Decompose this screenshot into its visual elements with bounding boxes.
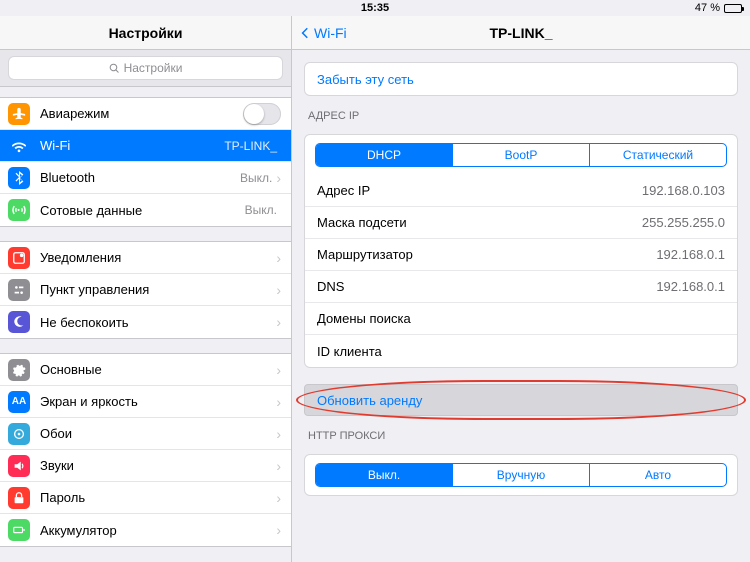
sidebar-item-label: Звуки bbox=[40, 458, 276, 473]
forget-network-label: Забыть эту сеть bbox=[317, 72, 414, 87]
sidebar-item-label: Wi-Fi bbox=[40, 138, 224, 153]
sidebar-item-value: TP-LINK_ bbox=[224, 139, 277, 153]
proxy-mode-segmented[interactable]: Выкл. Вручную Авто bbox=[315, 463, 727, 487]
notifications-icon bbox=[8, 247, 30, 269]
lock-icon bbox=[8, 487, 30, 509]
chevron-right-icon: › bbox=[276, 427, 281, 441]
sidebar-item-control-center[interactable]: Пункт управления › bbox=[0, 274, 291, 306]
search-placeholder: Настройки bbox=[124, 61, 183, 75]
status-time: 15:35 bbox=[361, 2, 389, 14]
seg-proxy-manual[interactable]: Вручную bbox=[453, 464, 590, 486]
battery-settings-icon bbox=[8, 519, 30, 541]
wifi-detail-pane: Wi-Fi TP-LINK_ Забыть эту сеть АДРЕС IP … bbox=[292, 16, 750, 562]
sidebar-item-bluetooth[interactable]: Bluetooth Выкл. › bbox=[0, 162, 291, 194]
chevron-right-icon: › bbox=[276, 283, 281, 297]
sound-icon bbox=[8, 455, 30, 477]
sidebar-item-notifications[interactable]: Уведомления › bbox=[0, 242, 291, 274]
sidebar-item-label: Уведомления bbox=[40, 250, 276, 265]
airplane-icon bbox=[8, 103, 30, 125]
control-center-icon bbox=[8, 279, 30, 301]
row-ip[interactable]: Адрес IP192.168.0.103 bbox=[305, 175, 737, 207]
ip-section-label: АДРЕС IP bbox=[308, 110, 734, 122]
sidebar-item-label: Пароль bbox=[40, 490, 276, 505]
detail-title: TP-LINK_ bbox=[292, 25, 750, 41]
back-button[interactable]: Wi-Fi bbox=[292, 25, 347, 41]
sidebar-title: Настройки bbox=[0, 16, 291, 50]
search-input[interactable]: Настройки bbox=[8, 56, 283, 80]
wifi-icon bbox=[8, 135, 30, 157]
gear-icon bbox=[8, 359, 30, 381]
sidebar-item-dnd[interactable]: Не беспокоить › bbox=[0, 306, 291, 338]
bluetooth-icon bbox=[8, 167, 30, 189]
sidebar-item-label: Сотовые данные bbox=[40, 203, 245, 218]
seg-proxy-off[interactable]: Выкл. bbox=[316, 464, 453, 486]
sidebar-item-label: Не беспокоить bbox=[40, 315, 276, 330]
chevron-right-icon: › bbox=[276, 171, 281, 185]
search-icon bbox=[109, 63, 120, 74]
forget-network-button[interactable]: Забыть эту сеть bbox=[305, 63, 737, 95]
sidebar-item-label: Экран и яркость bbox=[40, 394, 276, 409]
display-icon: AA bbox=[8, 391, 30, 413]
back-label: Wi-Fi bbox=[314, 25, 347, 41]
sidebar-item-general[interactable]: Основные › bbox=[0, 354, 291, 386]
cellular-icon bbox=[8, 199, 30, 221]
sidebar-item-wifi[interactable]: Wi-Fi TP-LINK_ bbox=[0, 130, 291, 162]
sidebar-item-label: Авиарежим bbox=[40, 106, 243, 121]
sidebar-item-label: Аккумулятор bbox=[40, 523, 276, 538]
chevron-right-icon: › bbox=[276, 459, 281, 473]
sidebar-item-label: Обои bbox=[40, 426, 276, 441]
sidebar-item-wallpaper[interactable]: Обои › bbox=[0, 418, 291, 450]
row-router[interactable]: Маршрутизатор192.168.0.1 bbox=[305, 239, 737, 271]
row-dns[interactable]: DNS192.168.0.1 bbox=[305, 271, 737, 303]
chevron-right-icon: › bbox=[276, 315, 281, 329]
sidebar-item-value: Выкл. bbox=[240, 171, 272, 185]
seg-static[interactable]: Статический bbox=[590, 144, 726, 166]
sidebar-item-display[interactable]: AA Экран и яркость › bbox=[0, 386, 291, 418]
sidebar-item-passcode[interactable]: Пароль › bbox=[0, 482, 291, 514]
sidebar-item-label: Пункт управления bbox=[40, 282, 276, 297]
sidebar-item-airplane[interactable]: Авиарежим bbox=[0, 98, 291, 130]
chevron-right-icon: › bbox=[276, 491, 281, 505]
settings-sidebar: Настройки Настройки Авиарежим Wi-Fi TP-L… bbox=[0, 16, 292, 562]
row-mask[interactable]: Маска подсети255.255.255.0 bbox=[305, 207, 737, 239]
chevron-left-icon bbox=[298, 26, 312, 40]
renew-lease-button[interactable]: Обновить аренду bbox=[304, 384, 738, 416]
seg-bootp[interactable]: BootP bbox=[453, 144, 590, 166]
chevron-right-icon: › bbox=[276, 251, 281, 265]
sidebar-item-label: Основные bbox=[40, 362, 276, 377]
ip-mode-segmented[interactable]: DHCP BootP Статический bbox=[315, 143, 727, 167]
status-right: 47 % bbox=[695, 2, 742, 14]
battery-percent: 47 % bbox=[695, 2, 720, 14]
sidebar-item-label: Bluetooth bbox=[40, 170, 240, 185]
seg-dhcp[interactable]: DHCP bbox=[316, 144, 453, 166]
airplane-toggle[interactable] bbox=[243, 103, 281, 125]
status-bar: 15:35 47 % bbox=[0, 0, 750, 16]
wallpaper-icon bbox=[8, 423, 30, 445]
seg-proxy-auto[interactable]: Авто bbox=[590, 464, 726, 486]
sidebar-item-cellular[interactable]: Сотовые данные Выкл. bbox=[0, 194, 291, 226]
chevron-right-icon: › bbox=[276, 395, 281, 409]
row-search-domains[interactable]: Домены поиска bbox=[305, 303, 737, 335]
dnd-icon bbox=[8, 311, 30, 333]
proxy-section-label: HTTP ПРОКСИ bbox=[308, 430, 734, 442]
renew-lease-label: Обновить аренду bbox=[317, 393, 422, 408]
row-client-id[interactable]: ID клиента bbox=[305, 335, 737, 367]
sidebar-item-sounds[interactable]: Звуки › bbox=[0, 450, 291, 482]
chevron-right-icon: › bbox=[276, 363, 281, 377]
chevron-right-icon: › bbox=[276, 523, 281, 537]
battery-icon bbox=[724, 4, 742, 13]
sidebar-item-value: Выкл. bbox=[245, 203, 277, 217]
sidebar-item-battery[interactable]: Аккумулятор › bbox=[0, 514, 291, 546]
